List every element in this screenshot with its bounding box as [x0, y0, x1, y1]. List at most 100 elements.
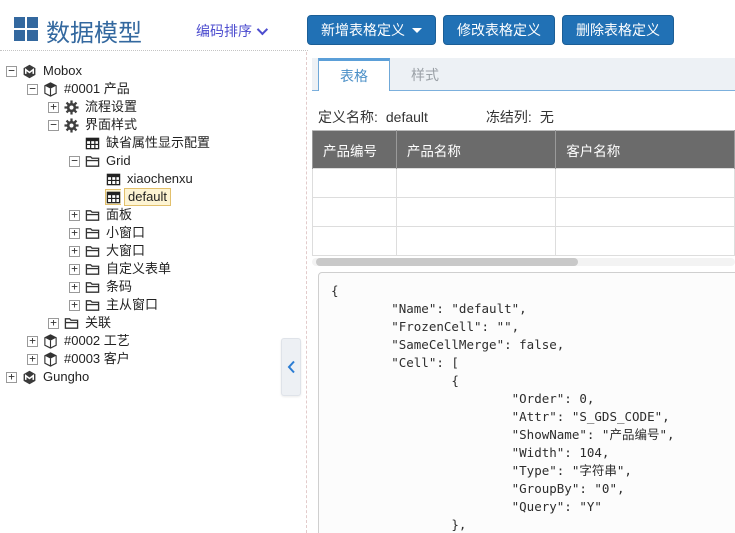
- sort-order-label: 编码排序: [196, 21, 252, 41]
- tree-item-label[interactable]: 界面样式: [82, 117, 140, 133]
- table-row[interactable]: [313, 227, 735, 256]
- expand-node-icon[interactable]: +: [69, 228, 80, 239]
- grid-icon: [84, 135, 100, 151]
- tree-item-label[interactable]: 大窗口: [103, 243, 148, 259]
- tree-row[interactable]: − Grid: [0, 152, 306, 170]
- sort-order-dropdown[interactable]: 编码排序: [196, 21, 265, 41]
- expand-node-icon[interactable]: +: [69, 210, 80, 221]
- column-header[interactable]: 产品编号: [313, 131, 397, 169]
- tree-row[interactable]: xiaochenxu: [0, 170, 306, 188]
- collapse-node-icon[interactable]: −: [27, 84, 38, 95]
- expand-node-icon[interactable]: +: [27, 354, 38, 365]
- tree-item-label[interactable]: Grid: [103, 153, 134, 169]
- tree-item-label[interactable]: Gungho: [40, 369, 92, 385]
- tree-row[interactable]: + 流程设置: [0, 98, 306, 116]
- table-cell: [313, 227, 397, 256]
- tree-item-label[interactable]: #0001 产品: [61, 81, 133, 97]
- tree-row[interactable]: + #0003 客户: [0, 350, 306, 368]
- definition-json-panel: { "Name": "default", "FrozenCell": "", "…: [318, 272, 735, 533]
- expand-node-icon[interactable]: +: [69, 282, 80, 293]
- expand-node-icon[interactable]: +: [27, 336, 38, 347]
- tree-row[interactable]: + 主从窗口: [0, 296, 306, 314]
- tree-item-label[interactable]: #0002 工艺: [61, 333, 133, 349]
- tree-row[interactable]: − Mobox: [0, 62, 306, 80]
- add-table-definition-button[interactable]: 新增表格定义: [307, 15, 436, 45]
- table-cell: [396, 198, 555, 227]
- definition-name-value: default: [386, 109, 428, 125]
- tree-row[interactable]: − #0001 产品: [0, 80, 306, 98]
- expand-node-icon[interactable]: +: [48, 102, 59, 113]
- definition-name-label: 定义名称:: [318, 107, 378, 127]
- tree-row[interactable]: + 面板: [0, 206, 306, 224]
- collapse-panel-button[interactable]: [281, 338, 301, 396]
- grid-icon: [105, 171, 121, 187]
- panel-splitter[interactable]: [306, 52, 307, 533]
- tab-表格[interactable]: 表格: [318, 58, 390, 91]
- tree-item-label[interactable]: Mobox: [40, 63, 85, 79]
- table-row[interactable]: [313, 169, 735, 198]
- tree-row[interactable]: 缺省属性显示配置: [0, 134, 306, 152]
- mobox-logo-icon: [21, 369, 37, 385]
- table-cell: [556, 169, 735, 198]
- tree-row[interactable]: + 条码: [0, 278, 306, 296]
- table-cell: [556, 198, 735, 227]
- table-row[interactable]: [313, 198, 735, 227]
- tree-item-label[interactable]: 流程设置: [82, 99, 140, 115]
- tab-样式[interactable]: 样式: [390, 58, 460, 91]
- scrollbar-thumb[interactable]: [316, 258, 578, 266]
- tree-row[interactable]: + 自定义表单: [0, 260, 306, 278]
- expand-node-icon[interactable]: +: [69, 246, 80, 257]
- frozen-column-value: 无: [540, 107, 554, 127]
- app-window: 数据模型 编码排序 新增表格定义 修改表格定义 删除表格定义 −Mobox−#0…: [0, 0, 735, 533]
- tree-row[interactable]: default: [0, 188, 306, 206]
- folder-icon: [84, 153, 100, 169]
- folder-icon: [84, 225, 100, 241]
- tree-row[interactable]: + #0002 工艺: [0, 332, 306, 350]
- mobox-logo-icon: [21, 63, 37, 79]
- horizontal-scrollbar[interactable]: [312, 258, 735, 266]
- preview-table-container: 产品编号产品名称客户名称: [312, 130, 735, 257]
- tree-item-label[interactable]: 关联: [82, 315, 114, 331]
- modify-table-definition-button[interactable]: 修改表格定义: [443, 15, 555, 45]
- grid-icon: [105, 189, 121, 205]
- cube-icon: [42, 333, 58, 349]
- expand-node-icon[interactable]: +: [69, 300, 80, 311]
- caret-down-icon: [412, 28, 422, 33]
- expand-node-icon[interactable]: +: [69, 264, 80, 275]
- tree-row[interactable]: + 关联: [0, 314, 306, 332]
- gear-icon: [63, 99, 79, 115]
- tree-row[interactable]: + 大窗口: [0, 242, 306, 260]
- tree-item-label[interactable]: 缺省属性显示配置: [103, 135, 213, 151]
- collapse-node-icon[interactable]: −: [69, 156, 80, 167]
- preview-table: 产品编号产品名称客户名称: [312, 130, 735, 256]
- tree-row[interactable]: + 小窗口: [0, 224, 306, 242]
- modify-table-definition-label: 修改表格定义: [457, 20, 541, 40]
- tree-row[interactable]: + Gungho: [0, 368, 306, 386]
- tree-item-label[interactable]: default: [124, 188, 171, 206]
- tree-item-label[interactable]: xiaochenxu: [124, 171, 196, 187]
- tree-item-label[interactable]: 自定义表单: [103, 261, 174, 277]
- tree-item-label[interactable]: 小窗口: [103, 225, 148, 241]
- page-title: 数据模型: [46, 13, 142, 48]
- collapse-node-icon[interactable]: −: [6, 66, 17, 77]
- expand-node-icon[interactable]: +: [6, 372, 17, 383]
- tree-item-label[interactable]: 条码: [103, 279, 135, 295]
- cube-icon: [42, 81, 58, 97]
- model-tree: −Mobox−#0001 产品+流程设置−界面样式缺省属性显示配置−Gridxi…: [0, 62, 306, 386]
- tree-row[interactable]: − 界面样式: [0, 116, 306, 134]
- table-cell: [313, 169, 397, 198]
- frozen-column-label: 冻结列:: [486, 107, 532, 127]
- column-header[interactable]: 产品名称: [396, 131, 555, 169]
- expand-node-icon[interactable]: +: [48, 318, 59, 329]
- collapse-node-icon[interactable]: −: [48, 120, 59, 131]
- add-table-definition-label: 新增表格定义: [321, 20, 405, 40]
- header-divider: [0, 50, 308, 51]
- tree-item-label[interactable]: 主从窗口: [103, 297, 161, 313]
- definition-json-code: { "Name": "default", "FrozenCell": "", "…: [331, 282, 735, 533]
- chevron-left-icon: [287, 360, 296, 374]
- table-cell: [556, 227, 735, 256]
- tree-item-label[interactable]: 面板: [103, 207, 135, 223]
- column-header[interactable]: 客户名称: [556, 131, 735, 169]
- tree-item-label[interactable]: #0003 客户: [61, 351, 133, 367]
- delete-table-definition-button[interactable]: 删除表格定义: [562, 15, 674, 45]
